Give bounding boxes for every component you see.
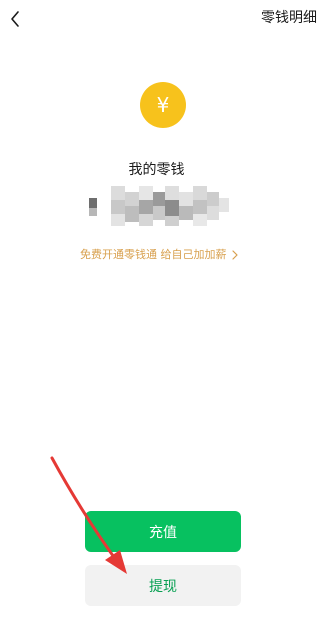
promo-link[interactable]: 免费开通零钱通 给自己加加薪 bbox=[80, 247, 238, 263]
top-bar: 零钱明细 bbox=[0, 0, 317, 40]
recharge-button[interactable]: 充值 bbox=[85, 511, 241, 552]
change-details-link[interactable]: 零钱明细 bbox=[261, 9, 317, 27]
yuan-coin-icon: ¥ bbox=[140, 82, 186, 128]
mosaic-pixels bbox=[89, 186, 229, 226]
back-button[interactable] bbox=[4, 6, 26, 32]
balance-title: 我的零钱 bbox=[128, 162, 185, 178]
withdraw-button[interactable]: 提现 bbox=[85, 565, 241, 606]
chevron-left-icon bbox=[11, 11, 19, 27]
balance-amount-mosaic bbox=[89, 186, 237, 230]
coin-symbol: ¥ bbox=[157, 93, 170, 117]
chevron-right-icon bbox=[231, 250, 238, 260]
promo-text: 免费开通零钱通 给自己加加薪 bbox=[80, 248, 227, 261]
coin-icon-wrapper: ¥ bbox=[140, 82, 186, 128]
